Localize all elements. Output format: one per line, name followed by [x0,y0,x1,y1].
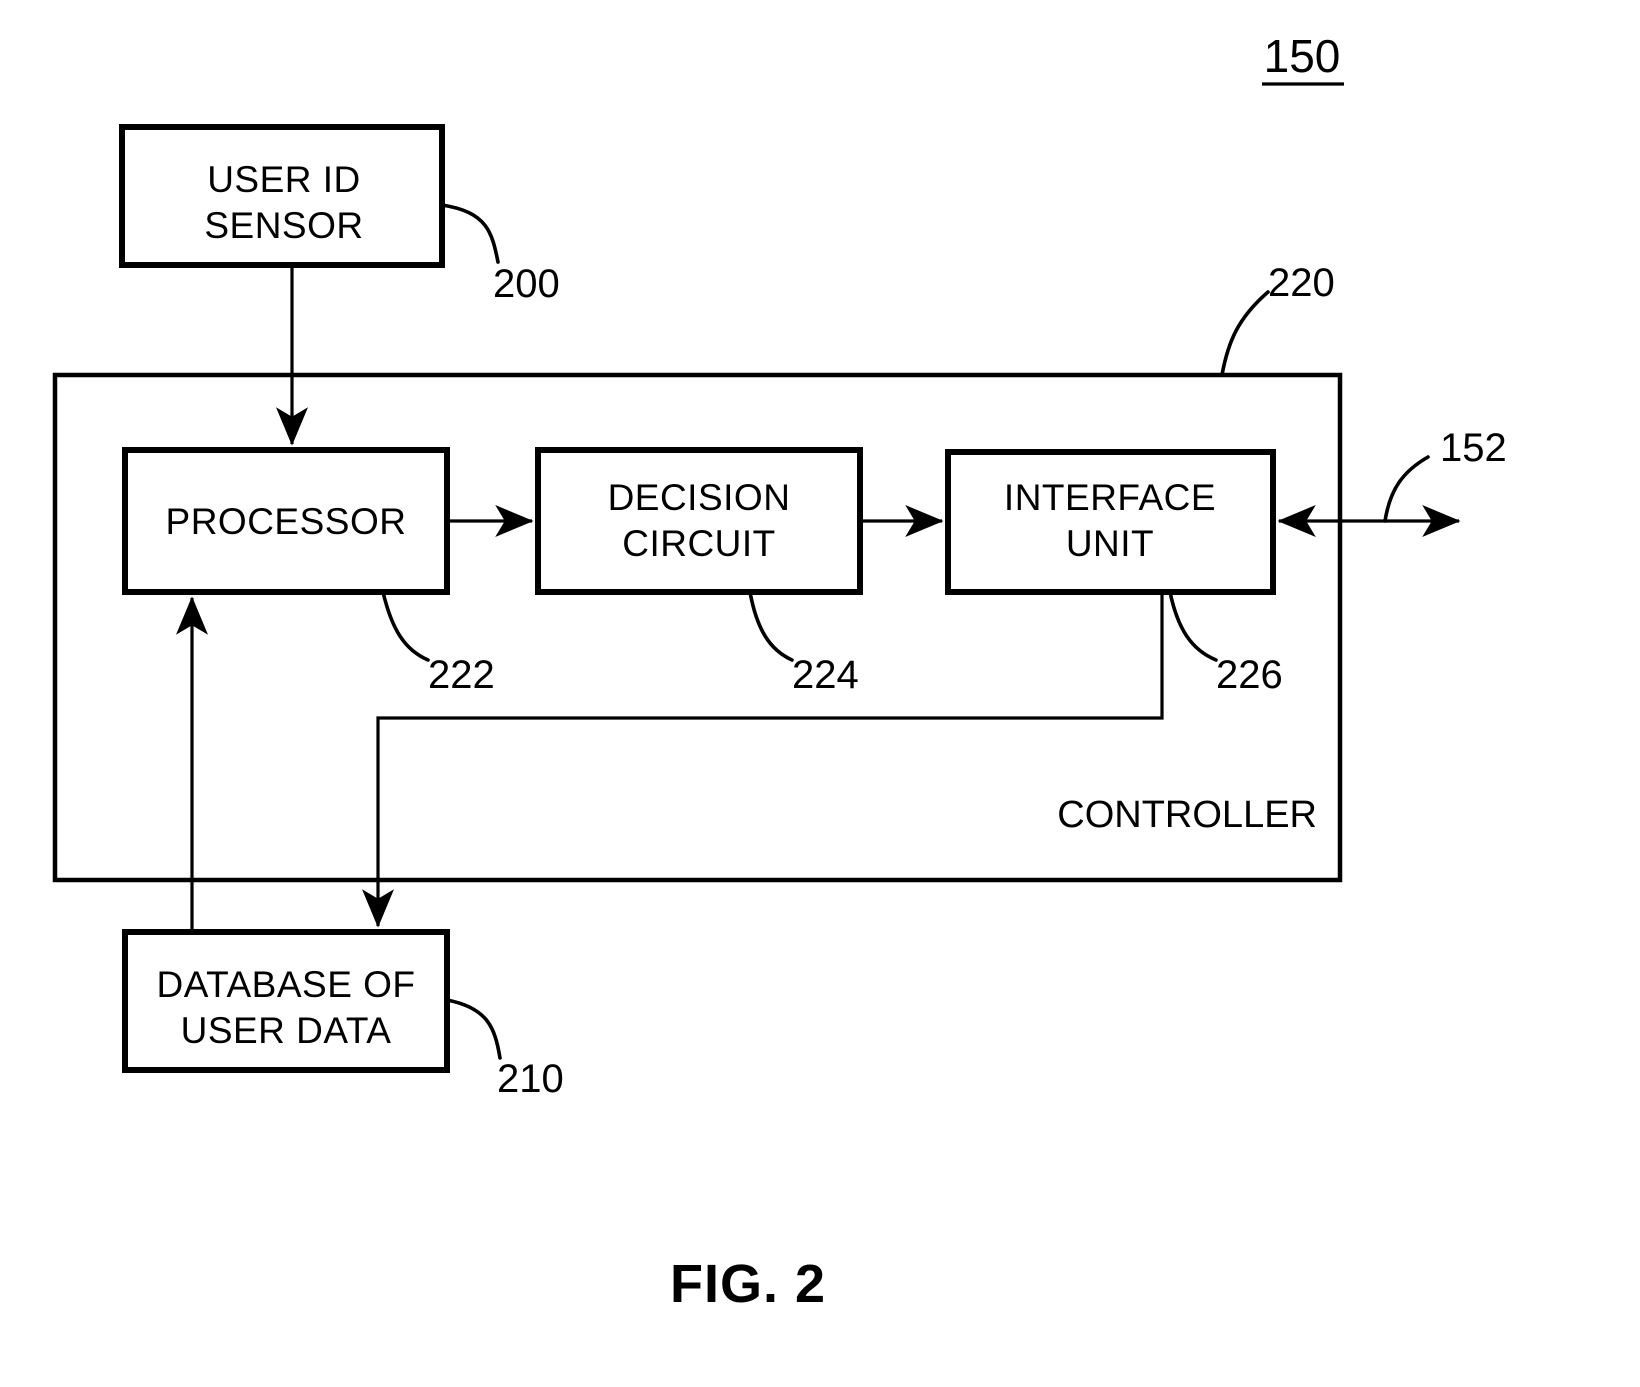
label-decision-circuit-line2: CIRCUIT [622,523,776,564]
ref-number-222: 222 [428,653,495,697]
figure-caption: FIG. 2 [670,1254,826,1314]
label-decision-circuit-line1: DECISION [608,477,791,518]
patent-figure-page: 150 USER ID SENSOR PROCESSOR DECISION CI… [0,0,1640,1387]
leader-220 [1220,290,1270,377]
label-processor: PROCESSOR [166,501,407,542]
leader-152 [1383,455,1430,523]
label-controller: CONTROLLER [1057,794,1317,836]
figure-canvas: 150 USER ID SENSOR PROCESSOR DECISION CI… [52,30,1507,1314]
leader-200 [440,203,500,264]
ref-number-226: 226 [1216,653,1283,697]
label-user-id-sensor-line2: SENSOR [204,205,363,246]
label-database-line2: USER DATA [181,1010,392,1051]
ref-number-220: 220 [1268,261,1335,305]
label-user-id-sensor-line1: USER ID [207,159,361,200]
leader-210 [445,998,502,1060]
ref-number-224: 224 [792,653,859,697]
ref-number-200: 200 [493,262,560,306]
label-database-line1: DATABASE OF [156,964,415,1005]
ref-number-210: 210 [497,1057,564,1101]
label-interface-unit-line2: UNIT [1066,523,1154,564]
block-interface-unit [945,449,1276,595]
block-decision-circuit [535,447,863,595]
ref-number-152: 152 [1440,426,1507,470]
system-reference-number: 150 [1264,30,1341,82]
label-interface-unit-line1: INTERFACE [1004,477,1216,518]
